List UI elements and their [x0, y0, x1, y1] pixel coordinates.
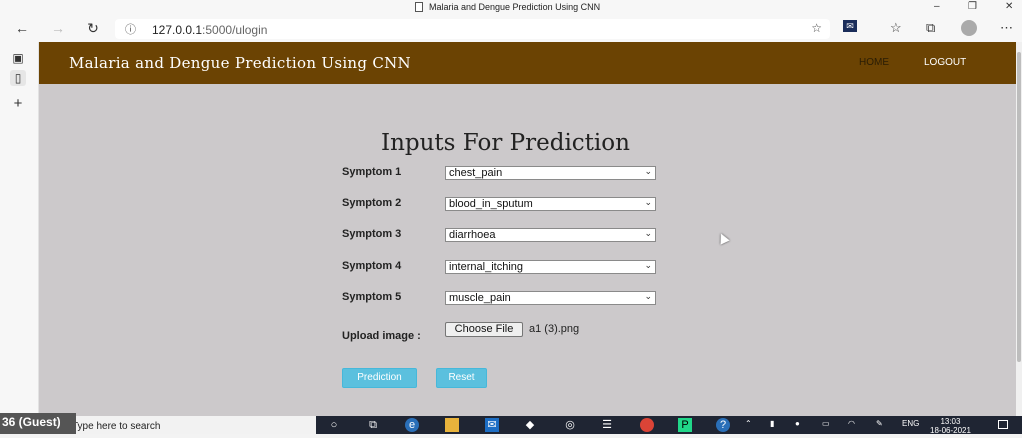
symptom-1-select[interactable]: chest_pain ⌄ [445, 166, 656, 180]
chevron-down-icon: ⌄ [644, 166, 652, 176]
extension-mail-icon[interactable]: ✉ [843, 20, 857, 32]
mail-icon[interactable]: ✉ [485, 418, 499, 432]
pen-icon[interactable]: ✎ [876, 419, 883, 428]
site-header: Malaria and Dengue Prediction Using CNN … [39, 42, 1016, 84]
dropbox-icon[interactable]: ◆ [523, 418, 537, 432]
file-explorer-icon[interactable] [445, 418, 459, 432]
chevron-down-icon: ⌄ [644, 197, 652, 207]
url-text[interactable]: 127.0.0.1:5000/ulogin [152, 23, 267, 37]
browser-toolbar: ← → ↻ ⓘ 127.0.0.1:5000/ulogin ☆ [0, 16, 1022, 42]
profile-avatar[interactable] [961, 20, 977, 36]
chrome-icon[interactable] [640, 418, 654, 432]
symptom-2-value: blood_in_sputum [449, 198, 533, 210]
reload-icon[interactable]: ↻ [83, 20, 103, 37]
symptom-4-select[interactable]: internal_itching ⌄ [445, 260, 656, 274]
browser-title-bar: Malaria and Dengue Prediction Using CNN … [0, 0, 1022, 16]
add-favorite-icon[interactable]: ☆ [811, 21, 822, 35]
vertical-tabs-sidebar: ▣ ▯ + [0, 42, 39, 416]
taskbar-search-input[interactable]: Type here to search [66, 416, 316, 434]
new-tab-plus-icon[interactable]: + [10, 96, 26, 112]
language-indicator[interactable]: ENG [902, 419, 919, 428]
symptom-1-value: chest_pain [449, 167, 503, 179]
notifications-icon[interactable] [998, 420, 1008, 429]
clock-time: 13:03 [940, 417, 961, 426]
tab-title-group: Malaria and Dengue Prediction Using CNN [415, 2, 600, 12]
symptom-5-select[interactable]: muscle_pain ⌄ [445, 291, 656, 305]
symptom-1-label: Symptom 1 [342, 166, 402, 178]
scrollbar-thumb[interactable] [1017, 52, 1021, 362]
mouse-cursor-icon [716, 231, 730, 245]
task-view-icon[interactable]: ⧉ [366, 418, 380, 432]
help-icon[interactable]: ? [716, 418, 730, 432]
notes-icon[interactable]: ☰ [600, 418, 614, 432]
antivirus-icon[interactable]: ● [795, 419, 800, 428]
choose-file-button[interactable]: Choose File [445, 322, 523, 337]
prediction-button[interactable]: Prediction [342, 368, 417, 388]
more-menu-icon[interactable]: ⋯ [1000, 20, 1013, 36]
chevron-down-icon: ⌄ [644, 291, 652, 301]
info-icon[interactable]: ⓘ [125, 21, 136, 37]
active-tab-page-icon[interactable]: ▯ [10, 70, 26, 86]
selected-file-name: a1 (3).png [529, 323, 580, 335]
form-title: Inputs For Prediction [381, 130, 630, 156]
tab-title: Malaria and Dengue Prediction Using CNN [429, 2, 601, 12]
tray-chevron-up-icon[interactable]: ⌃ [745, 419, 752, 428]
page-scrollbar[interactable] [1016, 42, 1022, 416]
minimize-button[interactable]: – [934, 1, 940, 12]
tab-actions-icon[interactable]: ▣ [10, 50, 26, 66]
web-page: Malaria and Dengue Prediction Using CNN … [39, 42, 1016, 416]
site-brand[interactable]: Malaria and Dengue Prediction Using CNN [69, 54, 411, 72]
symptom-5-value: muscle_pain [449, 292, 511, 304]
wifi-icon[interactable]: ◠ [848, 419, 855, 428]
taskbar-clock[interactable]: 13:03 18-06-2021 [930, 417, 971, 435]
symptom-3-value: diarrhoea [449, 229, 496, 241]
guest-session-badge: 36 (Guest) [0, 413, 76, 434]
chevron-down-icon: ⌄ [644, 260, 652, 270]
nav-home-link[interactable]: HOME [859, 57, 889, 68]
favorites-icon[interactable]: ☆ [890, 20, 902, 36]
reset-button[interactable]: Reset [436, 368, 487, 388]
symptom-2-select[interactable]: blood_in_sputum ⌄ [445, 197, 656, 211]
symptom-4-label: Symptom 4 [342, 260, 402, 272]
symptom-4-value: internal_itching [449, 261, 523, 273]
collections-icon[interactable]: ⧉ [926, 20, 935, 36]
upload-image-label: Upload image : [342, 330, 421, 342]
address-bar[interactable]: ⓘ 127.0.0.1:5000/ulogin ☆ [115, 19, 830, 39]
usb-drive-icon[interactable]: ▮ [770, 419, 774, 428]
nav-logout-link[interactable]: LOGOUT [924, 57, 966, 68]
github-icon[interactable]: ◎ [563, 418, 577, 432]
page-icon [415, 2, 423, 12]
symptom-2-label: Symptom 2 [342, 197, 402, 209]
forward-arrow-icon[interactable]: → [48, 20, 68, 36]
chevron-down-icon: ⌄ [644, 228, 652, 238]
cortana-circle-icon[interactable]: ○ [327, 418, 341, 432]
close-window-button[interactable]: ✕ [1005, 1, 1013, 12]
back-arrow-icon[interactable]: ← [12, 20, 32, 36]
restore-button[interactable]: ❐ [968, 1, 977, 12]
symptom-3-label: Symptom 3 [342, 228, 402, 240]
pycharm-icon[interactable]: P [678, 418, 692, 432]
battery-icon[interactable]: ▭ [822, 419, 830, 428]
edge-browser-icon[interactable]: e [405, 418, 419, 432]
symptom-5-label: Symptom 5 [342, 291, 402, 303]
symptom-3-select[interactable]: diarrhoea ⌄ [445, 228, 656, 242]
